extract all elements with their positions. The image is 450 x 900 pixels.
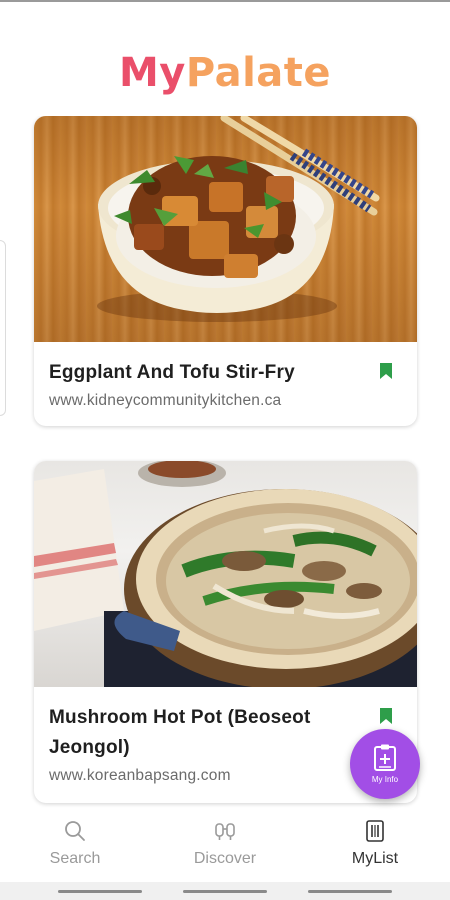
mylist-icon (362, 818, 388, 844)
recipe-title[interactable]: Eggplant And Tofu Stir-Fry (49, 358, 373, 388)
clipboard-plus-icon (374, 744, 396, 771)
tab-mylist[interactable]: MyList (300, 812, 450, 882)
nav-recents-handle[interactable] (58, 890, 142, 893)
offscreen-card-edge (0, 240, 6, 416)
recipe-title[interactable]: Mushroom Hot Pot (Beoseot Jeongol) (49, 703, 373, 763)
discover-icon (212, 818, 238, 844)
bottom-tab-bar: Search Discover MyList (0, 812, 450, 882)
recipe-feed[interactable]: Eggplant And Tofu Stir-Fry www.kidneycom… (0, 116, 450, 812)
tab-search[interactable]: Search (0, 812, 150, 882)
recipe-image[interactable] (34, 116, 417, 342)
fab-label: My Info (371, 775, 399, 784)
bookmark-icon[interactable] (379, 362, 393, 380)
recipe-source: www.koreanbapsang.com (49, 767, 231, 784)
tab-label: Search (49, 850, 101, 867)
bookmark-icon[interactable] (379, 707, 393, 725)
tab-discover[interactable]: Discover (150, 812, 300, 882)
system-navigation-bar (0, 882, 450, 900)
nav-back-handle[interactable] (308, 890, 392, 893)
logo-my: My (118, 50, 186, 96)
my-info-fab[interactable]: My Info (350, 729, 420, 799)
tab-label: MyList (351, 850, 399, 867)
app-screen: MyPalate Eggplant And Tofu Stir-Fry www.… (0, 0, 450, 900)
search-icon (62, 818, 88, 844)
recipe-source: www.kidneycommunitykitchen.ca (49, 392, 282, 409)
nav-home-handle[interactable] (183, 890, 267, 893)
app-header: MyPalate (0, 0, 450, 116)
recipe-card[interactable]: Eggplant And Tofu Stir-Fry www.kidneycom… (34, 116, 417, 426)
app-logo: MyPalate (119, 50, 331, 96)
recipe-image[interactable] (34, 461, 417, 687)
logo-palate: Palate (185, 50, 332, 96)
tab-label: Discover (193, 850, 257, 867)
recipe-info[interactable]: Eggplant And Tofu Stir-Fry www.kidneycom… (34, 342, 417, 410)
